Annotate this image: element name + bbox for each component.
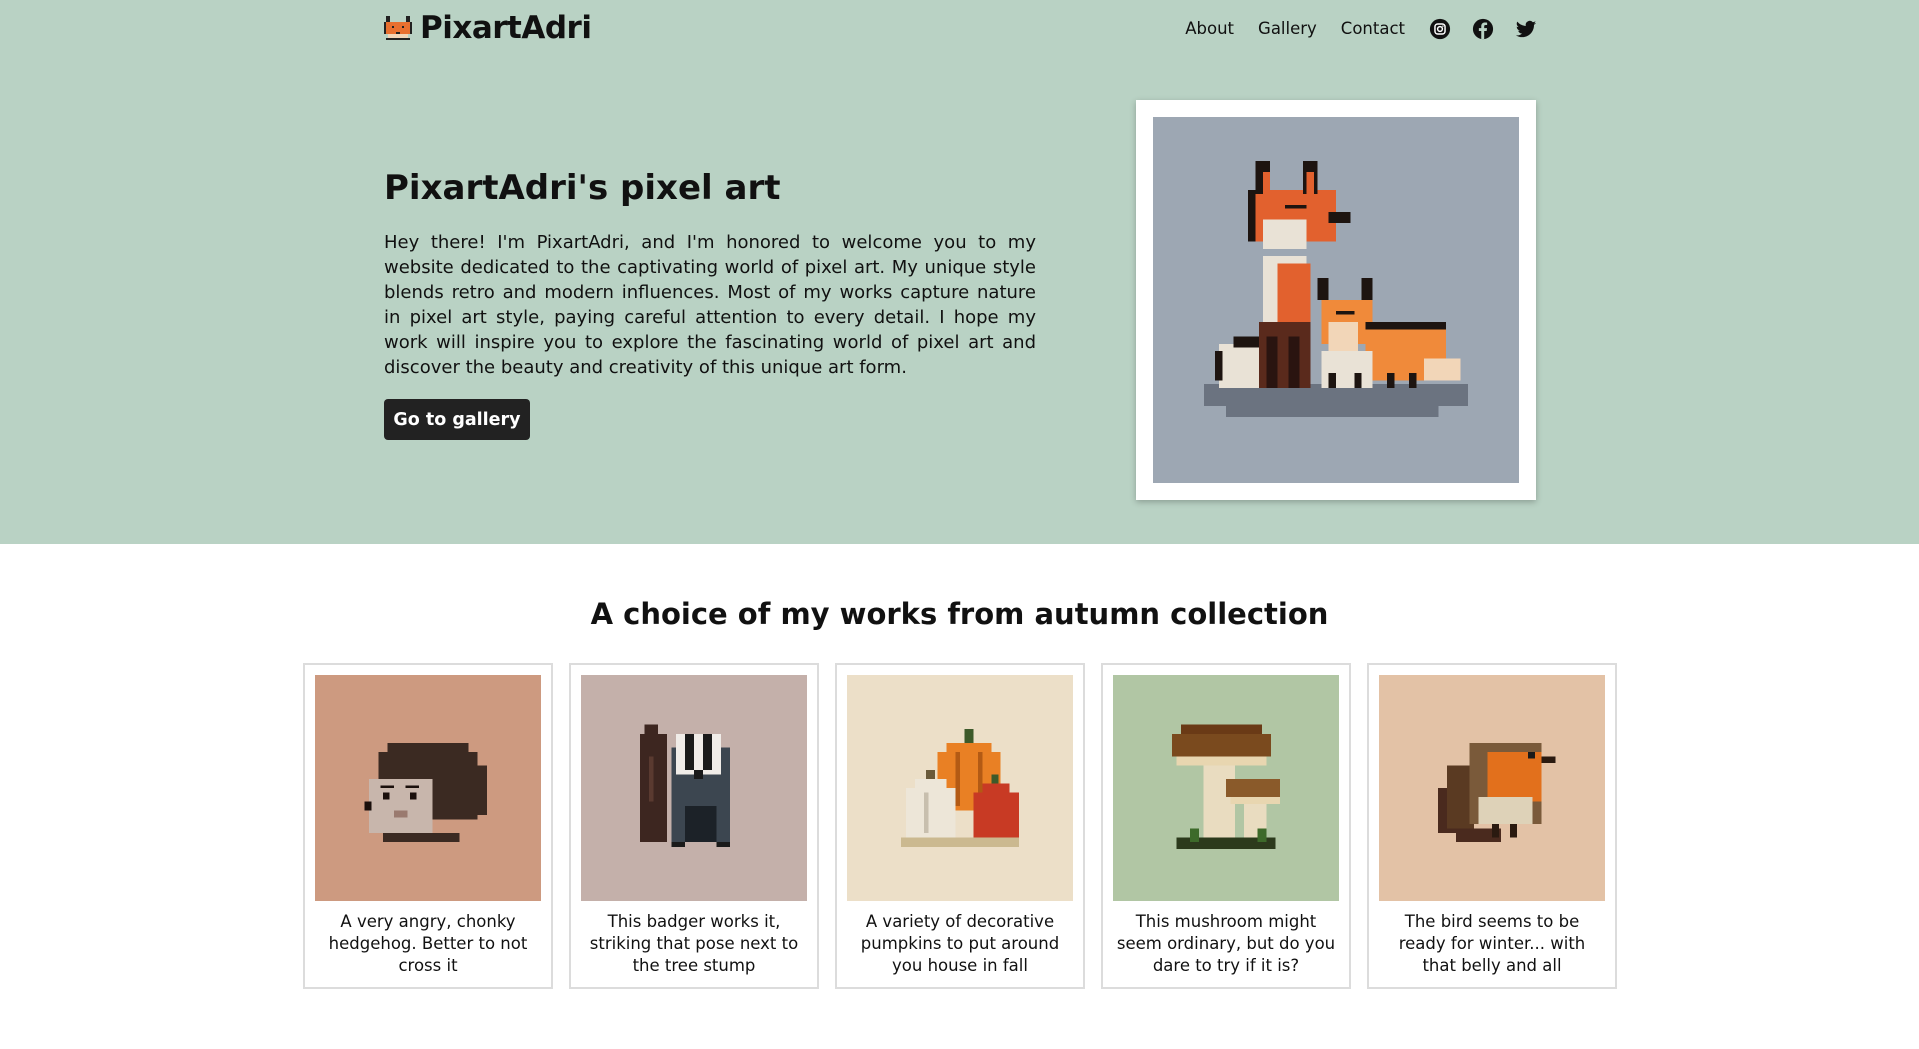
artwork-caption: This badger works it, striking that pose… bbox=[589, 912, 799, 975]
artwork-caption: A variety of decorative pumpkins to put … bbox=[860, 912, 1060, 975]
collection-title: A choice of my works from autumn collect… bbox=[590, 597, 1329, 631]
hedgehog-pixel-art bbox=[315, 675, 541, 901]
robin-pixel-art bbox=[1379, 675, 1605, 901]
mushrooms-pixel-art bbox=[1113, 675, 1339, 901]
artwork-card[interactable]: This mushroom might seem ordinary, but d… bbox=[1101, 663, 1351, 989]
hero-artwork-frame bbox=[1136, 100, 1536, 500]
hero-title: PixartAdri's pixel art bbox=[384, 168, 781, 208]
artwork-card[interactable]: A variety of decorative pumpkins to put … bbox=[835, 663, 1085, 989]
twitter-icon[interactable] bbox=[1515, 18, 1537, 40]
two-foxes-pixel-art bbox=[1153, 117, 1519, 483]
nav-about[interactable]: About bbox=[1185, 15, 1234, 43]
collection-cards: A very angry, chonky hedgehog. Better to… bbox=[303, 663, 1617, 989]
artwork-caption: The bird seems to be ready for winter...… bbox=[1398, 912, 1586, 975]
hero-description: Hey there! I'm PixartAdri, and I'm honor… bbox=[384, 232, 1036, 378]
facebook-icon[interactable] bbox=[1472, 18, 1494, 40]
brand-name: PixartAdri bbox=[420, 10, 592, 46]
brand-logo[interactable]: PixartAdri bbox=[384, 10, 592, 46]
pumpkins-pixel-art bbox=[847, 675, 1073, 901]
hero-section: PixartAdri About Gallery Contact PixartA… bbox=[0, 0, 1919, 544]
artwork-card[interactable]: This badger works it, striking that pose… bbox=[569, 663, 819, 989]
artwork-card[interactable]: A very angry, chonky hedgehog. Better to… bbox=[303, 663, 553, 989]
artwork-card[interactable]: The bird seems to be ready for winter...… bbox=[1367, 663, 1617, 989]
go-to-gallery-button[interactable]: Go to gallery bbox=[384, 399, 530, 440]
nav-contact[interactable]: Contact bbox=[1341, 15, 1405, 43]
badger-pixel-art bbox=[581, 675, 807, 901]
fox-head-icon bbox=[384, 16, 412, 40]
artwork-caption: This mushroom might seem ordinary, but d… bbox=[1116, 912, 1336, 975]
nav-gallery[interactable]: Gallery bbox=[1258, 15, 1317, 43]
artwork-caption: A very angry, chonky hedgehog. Better to… bbox=[328, 912, 528, 975]
instagram-icon[interactable] bbox=[1429, 18, 1451, 40]
main-nav: About Gallery Contact bbox=[1185, 15, 1537, 43]
